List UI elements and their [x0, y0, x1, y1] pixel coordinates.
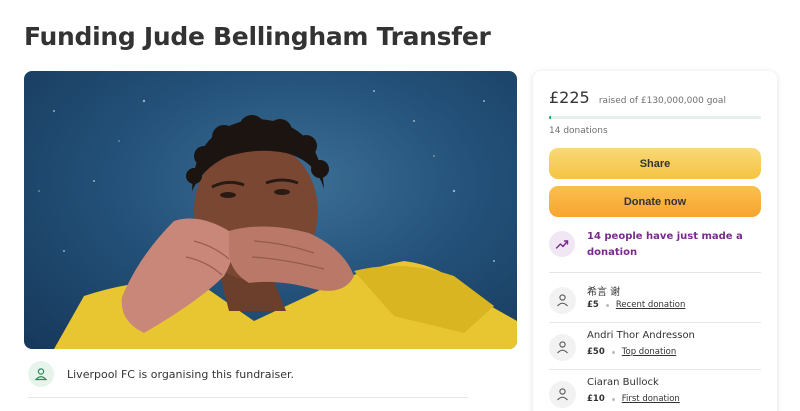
donor-avatar-icon — [549, 334, 576, 361]
top-donation-link[interactable]: Top donation — [622, 347, 677, 357]
divider — [28, 397, 468, 398]
donor-meta: £10 First donation — [587, 394, 680, 404]
recent-donation-link[interactable]: Recent donation — [616, 300, 686, 310]
amount-raised: £225 raised of £130,000,000 goal — [549, 88, 726, 107]
donate-now-button[interactable]: Donate now — [549, 186, 761, 217]
progress-bar — [549, 116, 761, 119]
progress-fill — [549, 116, 551, 119]
organiser-row: Liverpool FC is organising this fundrais… — [28, 359, 516, 389]
donor-avatar-icon — [549, 287, 576, 314]
amount-value: £225 — [549, 88, 590, 107]
donor-amount: £5 — [587, 300, 599, 310]
donation-count: 14 donations — [549, 126, 608, 136]
divider — [549, 272, 761, 273]
donation-card: £225 raised of £130,000,000 goal 14 dona… — [533, 71, 777, 411]
divider — [549, 369, 761, 370]
hero-image — [24, 71, 517, 349]
organiser-text: Liverpool FC is organising this fundrais… — [67, 367, 295, 381]
donor-name: 希言 谢 — [587, 287, 621, 298]
donor-item: Andri Thor Andresson £50 Top donation — [549, 330, 761, 366]
donor-name: Ciaran Bullock — [587, 377, 659, 388]
page-title: Funding Jude Bellingham Transfer — [24, 22, 491, 51]
donor-meta: £5 Recent donation — [587, 300, 685, 310]
donor-name: Andri Thor Andresson — [587, 330, 695, 341]
person-icon — [28, 361, 54, 387]
separator-dot — [611, 397, 615, 401]
divider — [549, 322, 761, 323]
donor-item: 希言 谢 £5 Recent donation — [549, 283, 761, 319]
trending-up-icon — [549, 231, 575, 257]
donor-meta: £50 Top donation — [587, 347, 676, 357]
donor-amount: £50 — [587, 347, 605, 357]
separator-dot — [611, 350, 615, 354]
donor-amount: £10 — [587, 394, 605, 404]
first-donation-link[interactable]: First donation — [622, 394, 680, 404]
recent-donations-banner: 14 people have just made a donation — [549, 229, 761, 269]
separator-dot — [605, 303, 609, 307]
goal-text: raised of £130,000,000 goal — [598, 96, 726, 106]
donor-item: Ciaran Bullock £10 First donation — [549, 377, 761, 411]
share-button[interactable]: Share — [549, 148, 761, 179]
donor-avatar-icon — [549, 381, 576, 408]
recent-donations-text: 14 people have just made a donation — [587, 231, 743, 258]
